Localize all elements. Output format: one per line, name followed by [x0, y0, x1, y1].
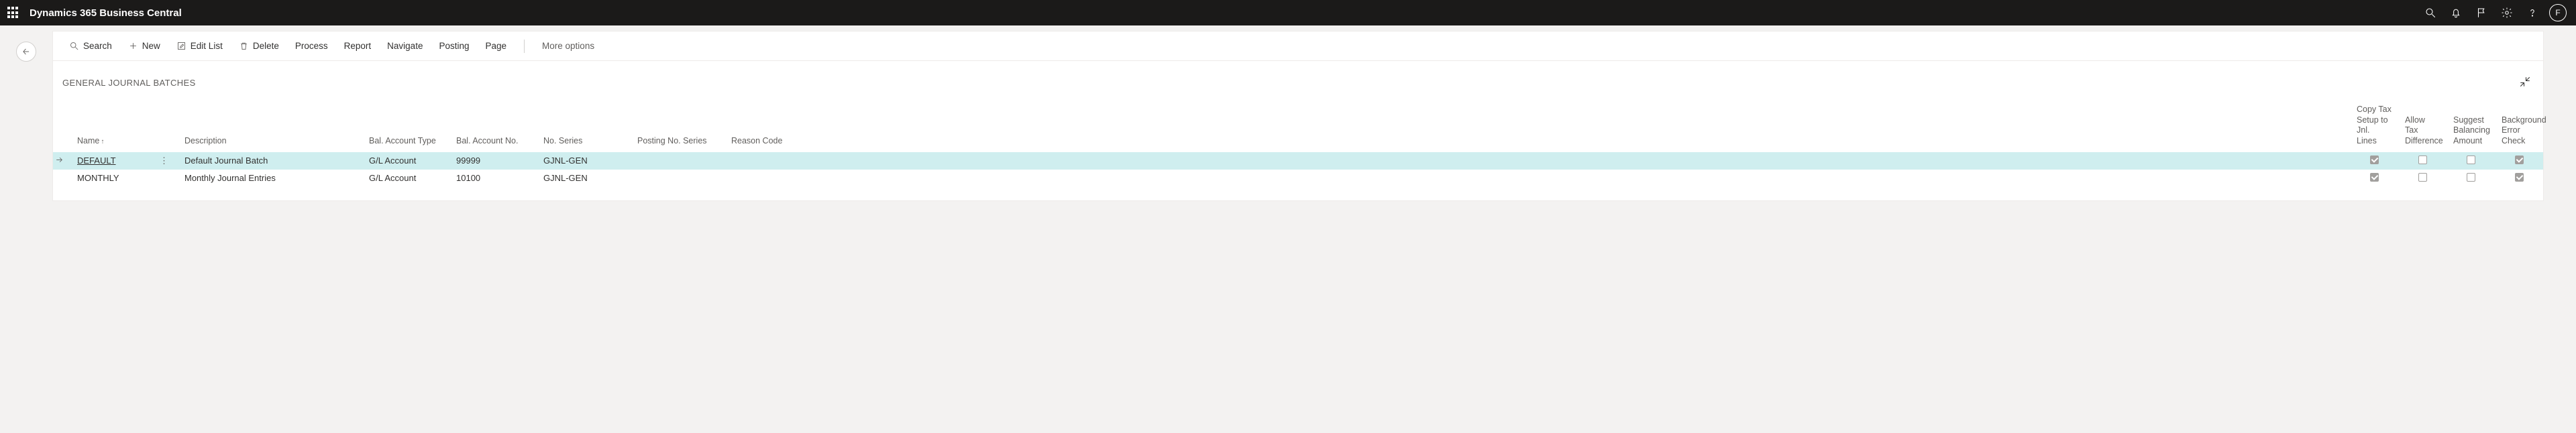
collapse-diagonal-icon[interactable] [2516, 73, 2534, 92]
avatar-initial: F [2555, 8, 2560, 17]
col-header-allow-tax[interactable]: Allow Tax Difference [2398, 99, 2447, 152]
new-command[interactable]: New [121, 38, 167, 54]
col-header-no-series[interactable]: No. Series [537, 99, 631, 152]
cell-copy-tax [2350, 170, 2398, 187]
page-stage: Search New Edit List Delete Process Repo… [0, 25, 2576, 201]
page-card: Search New Edit List Delete Process Repo… [52, 31, 2544, 201]
cell-suggest-bal [2447, 170, 2495, 187]
row-indicator [53, 152, 70, 170]
report-label: Report [344, 41, 372, 51]
cell-bal-no: 10100 [449, 170, 537, 187]
settings-gear-icon[interactable] [2494, 0, 2520, 25]
back-button[interactable] [16, 42, 36, 62]
col-header-bal-no[interactable]: Bal. Account No. [449, 99, 537, 152]
col-header-name[interactable]: Name↑ [70, 99, 178, 152]
process-label: Process [295, 41, 328, 51]
cell-bg-check [2495, 152, 2543, 170]
cell-name: DEFAULT ⋮ [70, 152, 178, 170]
col-header-bal-type[interactable]: Bal. Account Type [362, 99, 449, 152]
cell-posting-no-series [631, 152, 724, 170]
command-divider [524, 40, 525, 53]
notifications-icon[interactable] [2443, 0, 2469, 25]
app-launcher-icon[interactable] [5, 5, 21, 21]
checkbox[interactable] [2467, 156, 2475, 164]
user-avatar[interactable]: F [2549, 4, 2567, 21]
checkbox[interactable] [2467, 173, 2475, 182]
global-search-icon[interactable] [2418, 0, 2443, 25]
checkbox[interactable] [2370, 173, 2379, 182]
edit-list-label: Edit List [191, 41, 223, 51]
cell-no-series: GJNL-GEN [537, 152, 631, 170]
page-command[interactable]: Page [479, 38, 514, 54]
arrow-right-icon [55, 156, 64, 164]
table-row[interactable]: DEFAULT ⋮ Default Journal BatchG/L Account… [53, 152, 2543, 170]
delete-label: Delete [253, 41, 279, 51]
table-row[interactable]: MONTHLY Monthly Journal EntriesG/L Accoun… [53, 170, 2543, 187]
back-column [0, 31, 52, 62]
col-header-posting-no-series[interactable]: Posting No. Series [631, 99, 724, 152]
search-label: Search [83, 41, 112, 51]
more-options-label: More options [542, 41, 594, 51]
grid-wrap: Name↑ Description Bal. Account Type Bal.… [53, 99, 2543, 200]
checkbox[interactable] [2515, 156, 2524, 164]
cell-bal-type: G/L Account [362, 152, 449, 170]
cell-reason [724, 170, 2350, 187]
col-header-suggest-bal[interactable]: Suggest Balancing Amount [2447, 99, 2495, 152]
col-header-bg-check[interactable]: Background Error Check [2495, 99, 2543, 152]
header-row: Name↑ Description Bal. Account Type Bal.… [53, 99, 2543, 152]
name-link[interactable]: DEFAULT [77, 156, 116, 166]
checkbox[interactable] [2370, 156, 2379, 164]
checkbox[interactable] [2515, 173, 2524, 182]
cell-copy-tax [2350, 152, 2398, 170]
edit-list-command[interactable]: Edit List [170, 38, 229, 54]
cell-reason [724, 152, 2350, 170]
page-label: Page [486, 41, 507, 51]
flag-icon[interactable] [2469, 0, 2494, 25]
search-command[interactable]: Search [62, 38, 119, 54]
col-header-reason[interactable]: Reason Code [724, 99, 2350, 152]
posting-command[interactable]: Posting [432, 38, 476, 54]
cell-suggest-bal [2447, 152, 2495, 170]
checkbox[interactable] [2418, 156, 2427, 164]
page-title-row: GENERAL JOURNAL BATCHES [53, 61, 2543, 99]
row-menu-icon[interactable]: ⋮ [157, 156, 171, 166]
col-header-description[interactable]: Description [178, 99, 362, 152]
journal-batches-grid: Name↑ Description Bal. Account Type Bal.… [53, 99, 2543, 187]
global-header: Dynamics 365 Business Central F [0, 0, 2576, 25]
cell-description: Default Journal Batch [178, 152, 362, 170]
name-link[interactable]: MONTHLY [77, 173, 119, 183]
cell-bal-type: G/L Account [362, 170, 449, 187]
checkbox[interactable] [2418, 173, 2427, 182]
process-command[interactable]: Process [288, 38, 335, 54]
new-label: New [142, 41, 160, 51]
navigate-label: Navigate [387, 41, 423, 51]
sort-ascending-icon: ↑ [101, 138, 104, 145]
cell-bg-check [2495, 170, 2543, 187]
col-header-copy-tax[interactable]: Copy Tax Setup to Jnl. Lines [2350, 99, 2398, 152]
page-title: GENERAL JOURNAL BATCHES [62, 78, 196, 88]
cell-posting-no-series [631, 170, 724, 187]
app-title: Dynamics 365 Business Central [30, 7, 182, 19]
cell-allow-tax [2398, 170, 2447, 187]
cell-bal-no: 99999 [449, 152, 537, 170]
cell-no-series: GJNL-GEN [537, 170, 631, 187]
navigate-command[interactable]: Navigate [380, 38, 429, 54]
posting-label: Posting [439, 41, 469, 51]
row-indicator [53, 170, 70, 187]
col-header-arrow [53, 99, 70, 152]
command-bar: Search New Edit List Delete Process Repo… [53, 32, 2543, 61]
more-options-command[interactable]: More options [535, 38, 601, 54]
report-command[interactable]: Report [337, 38, 378, 54]
cell-allow-tax [2398, 152, 2447, 170]
cell-name: MONTHLY [70, 170, 178, 187]
help-icon[interactable] [2520, 0, 2545, 25]
delete-command[interactable]: Delete [232, 38, 286, 54]
cell-description: Monthly Journal Entries [178, 170, 362, 187]
